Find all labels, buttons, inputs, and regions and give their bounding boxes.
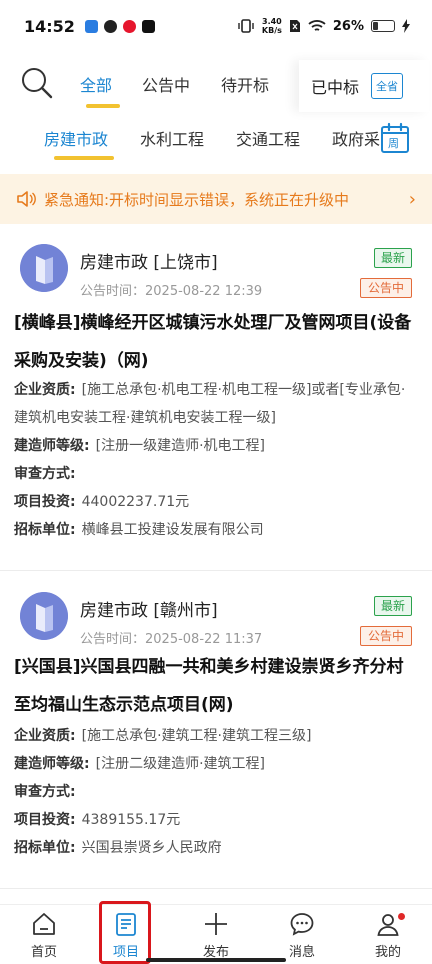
card-time: 公告时间：2025-08-22 12:39	[80, 280, 262, 299]
card-category: 房建市政 [上饶市]	[80, 253, 218, 273]
nav-home[interactable]: 首页	[14, 909, 74, 963]
charging-icon	[402, 19, 410, 33]
sim-icon	[289, 20, 300, 32]
home-indicator[interactable]	[146, 958, 286, 962]
tiktok-notification-icon	[141, 19, 155, 33]
status-left: 14:52	[24, 17, 155, 36]
cat-tab-housing[interactable]: 房建市政	[44, 126, 108, 150]
status-bar: 14:52 3.40 KB/s 26%	[0, 0, 432, 52]
project-card[interactable]: 房建市政 [上饶市] 公告时间：2025-08-22 12:39 最新 公告中 …	[0, 228, 432, 566]
info-row-builder-level: 建造师等级: [注册一级建造师·机电工程]	[14, 438, 265, 454]
active-tab-underline	[86, 104, 120, 108]
nav-me-label: 我的	[374, 945, 401, 960]
notification-dot	[398, 913, 405, 920]
tab-awarded[interactable]: 已中标	[311, 74, 359, 98]
search-icon[interactable]	[20, 66, 54, 100]
calendar-week-button[interactable]: 周	[380, 122, 410, 154]
badge-new: 最新	[374, 596, 412, 616]
status-time: 14:52	[24, 16, 75, 36]
selected-nav-highlight	[99, 901, 151, 964]
tab-pending-opening[interactable]: 待开标	[221, 72, 269, 96]
nav-messages[interactable]: 消息	[272, 909, 332, 963]
urgent-notice-bar[interactable]: 紧急通知:开标时间显示错误，系统正在升级中 ›	[0, 174, 432, 224]
battery-percent: 26%	[332, 18, 364, 34]
network-speed-value: 3.40	[262, 17, 282, 26]
info-row-qualification: 企业资质: [施工总承包·建筑工程·建筑工程三级]	[14, 728, 312, 744]
card-info: 企业资质: [施工总承包·机电工程·机电工程一级]或者[专业承包·建筑机电安装工程…	[14, 376, 418, 544]
category-tabs: 房建市政 水利工程 交通工程 政府采 周	[0, 114, 432, 170]
card-time: 公告时间：2025-08-22 11:37	[80, 628, 262, 647]
card-title[interactable]: [横峰县]横峰经开区城镇污水处理厂及管网项目(设备采购及安装)（网)	[14, 304, 418, 380]
badge-status: 公告中	[360, 626, 412, 646]
active-category-underline	[54, 156, 114, 160]
battery-icon	[371, 20, 395, 32]
card-title[interactable]: [兴国县]兴国县四融一共和美乡村建设崇贤乡齐分村至均福山生态示范点项目(网)	[14, 648, 418, 724]
card-info: 企业资质: [施工总承包·建筑工程·建筑工程三级] 建造师等级: [注册二级建造师·…	[14, 722, 418, 862]
info-row-investment: 项目投资: 44002237.71元	[14, 494, 190, 510]
info-row-builder-level: 建造师等级: [注册二级建造师·建筑工程]	[14, 756, 265, 772]
info-row-review-method: 审查方式:	[14, 784, 76, 800]
card-category: 房建市政 [赣州市]	[80, 601, 218, 621]
card-divider	[0, 888, 432, 889]
building-icon	[20, 244, 68, 292]
vibrate-icon	[238, 19, 254, 33]
tab-announcing[interactable]: 公告中	[142, 72, 190, 96]
chevron-right-icon: ›	[408, 188, 416, 210]
calendar-week-label: 周	[388, 137, 399, 150]
wifi-icon	[308, 20, 326, 31]
cat-tab-transport[interactable]: 交通工程	[236, 126, 300, 150]
nav-me[interactable]: 我的	[358, 909, 418, 963]
sync-notification-icon	[103, 19, 117, 33]
info-row-review-method: 审查方式:	[14, 466, 76, 482]
app-notification-icon	[84, 19, 98, 33]
nav-home-label: 首页	[30, 945, 57, 960]
card-avatar	[20, 244, 68, 292]
card-time-value: 2025-08-22 11:37	[145, 632, 263, 647]
network-speed-unit: KB/s	[261, 26, 282, 35]
status-right: 3.40 KB/s 26%	[237, 17, 410, 35]
notice-text: 紧急通知:开标时间显示错误，系统正在升级中	[44, 190, 350, 209]
card-avatar	[20, 592, 68, 640]
project-card[interactable]: 房建市政 [赣州市] 公告时间：2025-08-22 11:37 最新 公告中 …	[0, 576, 432, 886]
info-row-qualification: 企业资质: [施工总承包·机电工程·机电工程一级]或者[专业承包·建筑机电安装工程…	[14, 382, 406, 426]
nav-publish[interactable]: 发布	[186, 909, 246, 963]
speaker-icon	[17, 191, 36, 207]
badge-new: 最新	[374, 248, 412, 268]
tab-all[interactable]: 全部	[80, 72, 112, 96]
home-icon	[33, 913, 55, 935]
weibo-notification-icon	[122, 19, 136, 33]
card-divider	[0, 570, 432, 571]
province-select-button[interactable]: 全省	[371, 73, 404, 99]
awarded-panel: 已中标 全省	[299, 60, 429, 112]
badge-status: 公告中	[360, 278, 412, 298]
chat-bubble-icon	[290, 913, 314, 936]
cat-tab-water[interactable]: 水利工程	[140, 126, 204, 150]
info-row-tenderer: 招标单位: 兴国县崇贤乡人民政府	[14, 840, 222, 856]
cat-tab-government[interactable]: 政府采	[332, 126, 380, 150]
card-time-label: 公告时间：	[80, 632, 146, 647]
info-row-investment: 项目投资: 4389155.17元	[14, 812, 181, 828]
bottom-navigation: 首页 项目 发布 消息 我的	[0, 904, 432, 964]
card-time-value: 2025-08-22 12:39	[145, 284, 263, 299]
network-speed: 3.40 KB/s	[262, 17, 282, 35]
card-time-label: 公告时间：	[80, 284, 146, 299]
plus-icon	[205, 913, 227, 935]
building-icon	[20, 592, 68, 640]
info-row-tenderer: 招标单位: 横峰县工投建设发展有限公司	[14, 522, 264, 538]
status-filter-tabs: 全部 公告中 待开标 已中标 全省	[0, 52, 432, 114]
